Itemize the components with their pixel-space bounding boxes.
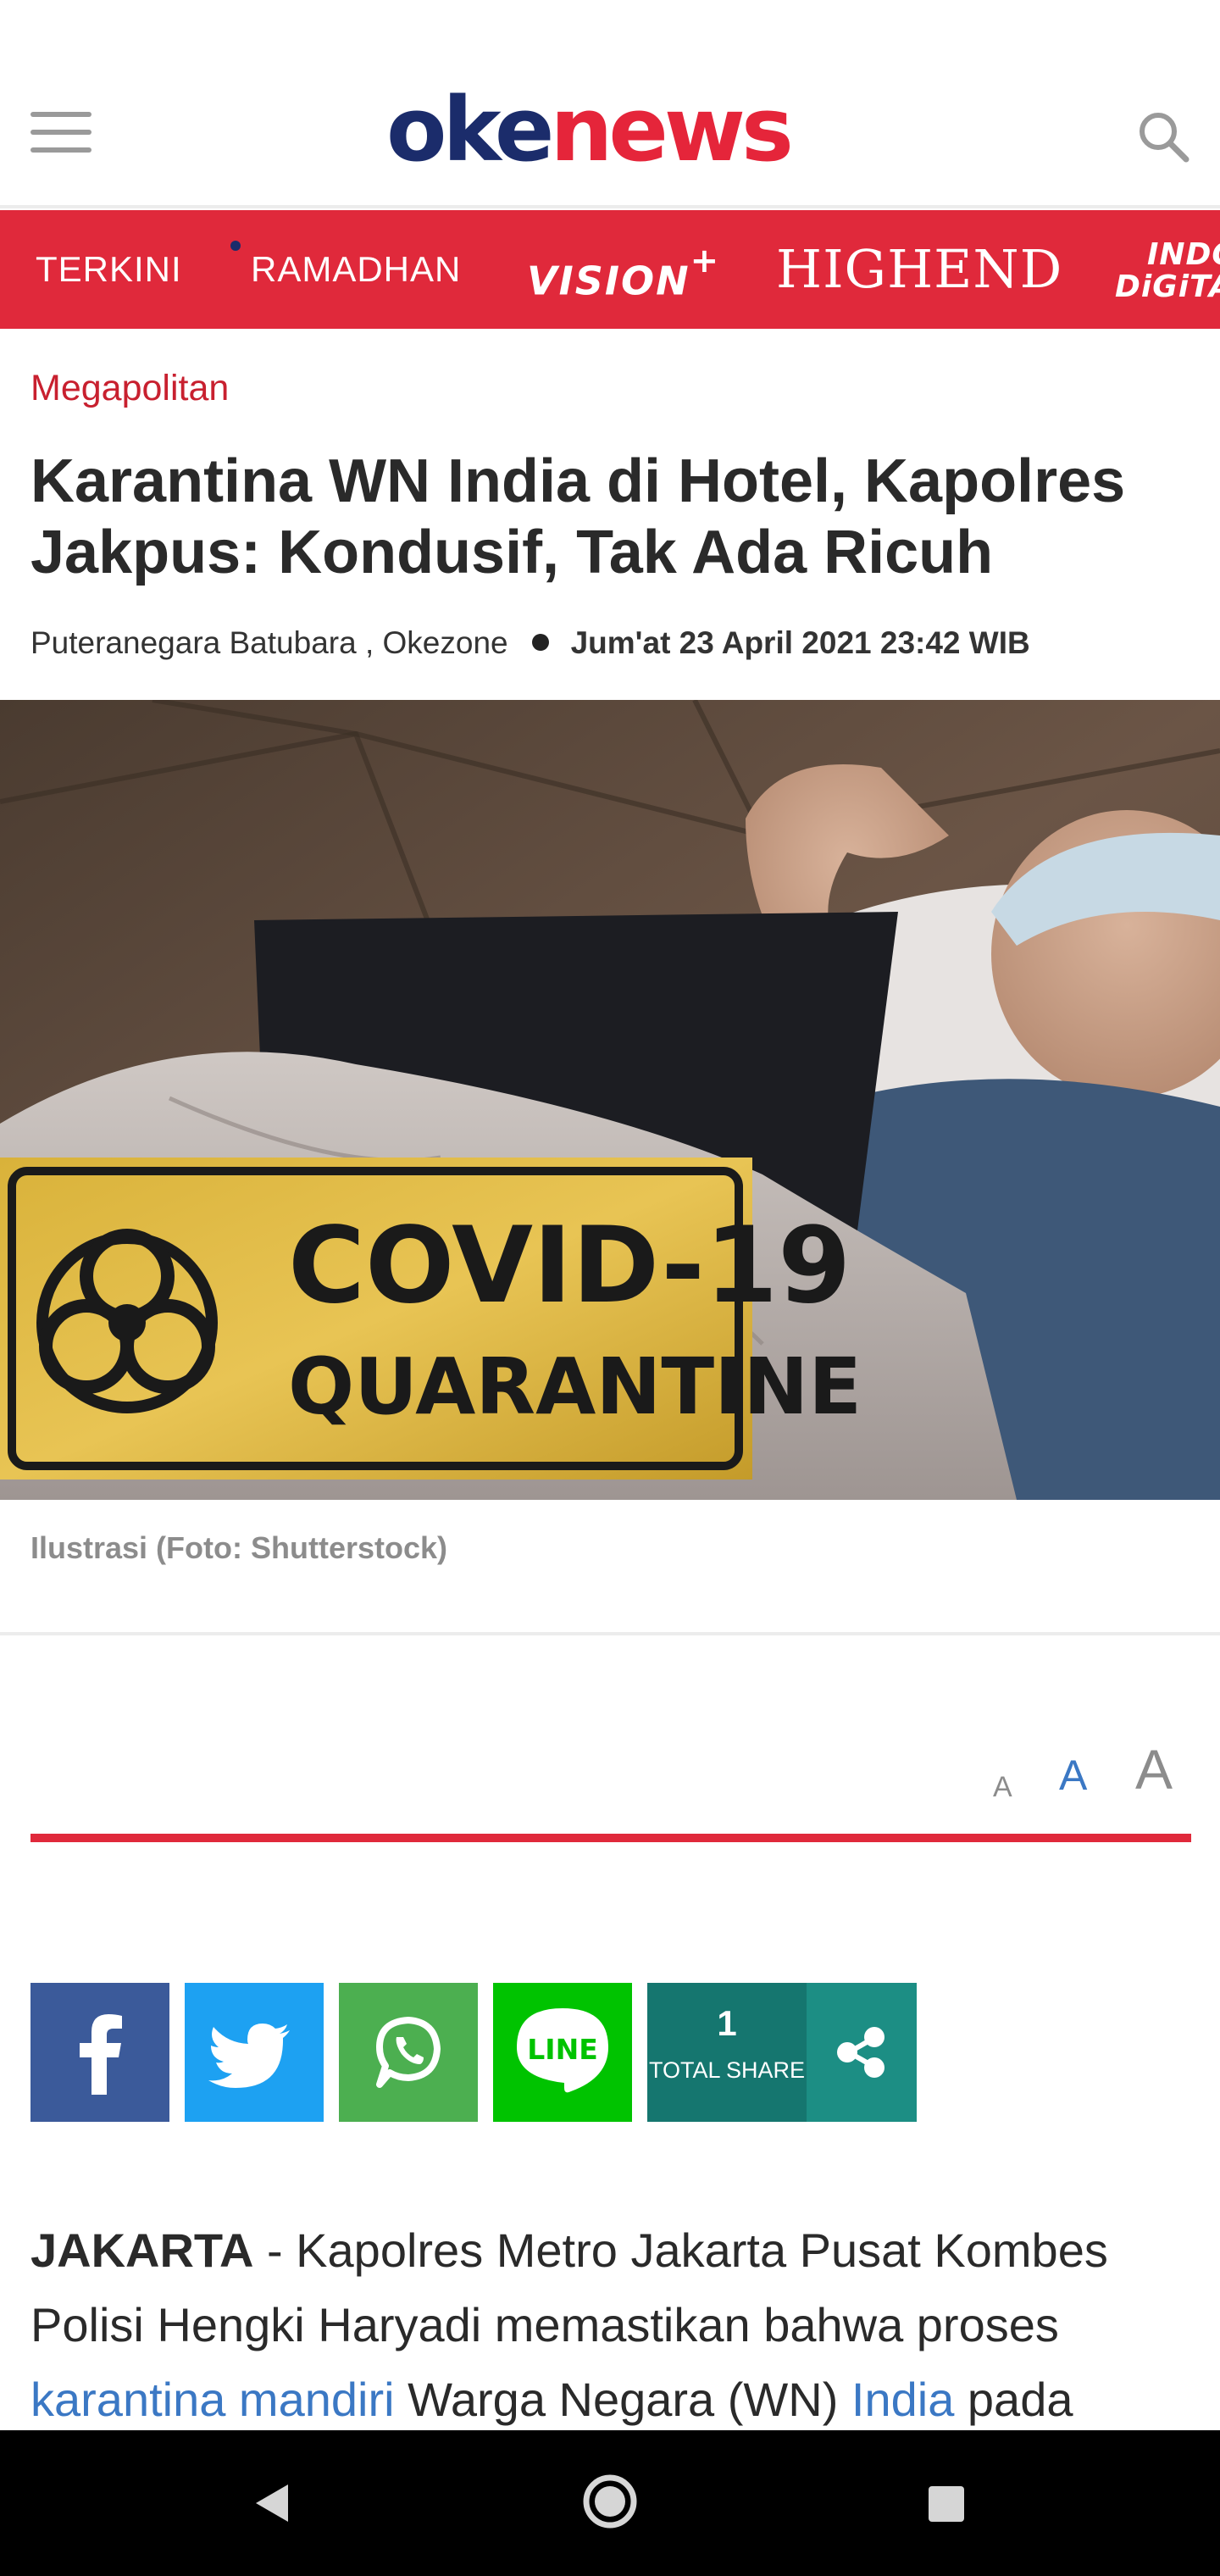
share-icon [837, 2027, 884, 2078]
whatsapp-icon [376, 2017, 441, 2088]
sign-quarantine-text: QUARANTINE [288, 1341, 862, 1432]
article-category[interactable]: Megapolitan [30, 368, 229, 409]
vision-label: VISION [527, 258, 690, 304]
facebook-icon [80, 2014, 122, 2095]
sign-covid-text: COVID-19 [288, 1205, 851, 1327]
nav-item-highend[interactable]: HIGHEND [776, 210, 1062, 329]
share-whatsapp-button[interactable] [339, 1983, 478, 2122]
total-share-count: 1 [717, 2003, 737, 2043]
logo-oke-text: oke [386, 78, 554, 181]
twitter-icon [208, 2024, 290, 2088]
indo-line2: DiGiTA [1115, 269, 1220, 304]
font-size-large-button[interactable]: A [1135, 1737, 1173, 1802]
article-hero-image: COVID-19 QUARANTINE [0, 700, 1220, 1500]
vision-plus: + [690, 242, 721, 280]
nav-item-terkini[interactable]: TERKINI [36, 210, 182, 329]
red-divider [30, 1834, 1191, 1842]
nav-item-indo-digital[interactable]: INDO DiGiTA [1115, 210, 1220, 329]
share-twitter-button[interactable] [185, 1983, 324, 2122]
back-icon[interactable] [251, 2481, 293, 2529]
article-byline: Puteranegara Batubara , Okezone Jum'at 23… [30, 625, 1030, 661]
line-icon: LINE [517, 2008, 608, 2093]
system-navigation-bar [0, 2430, 1220, 2576]
share-facebook-button[interactable] [30, 1983, 169, 2122]
indo-line1: INDO [1147, 237, 1220, 272]
recents-icon[interactable] [927, 2484, 966, 2528]
total-share-counter: 1 TOTAL SHARE [647, 1983, 807, 2122]
line-label: LINE [527, 2033, 597, 2066]
nav-item-ramadhan[interactable]: RAMADHAN [251, 210, 461, 329]
logo-news-text: news [550, 78, 794, 181]
link-karantina-mandiri[interactable]: karantina mandiri [30, 2373, 395, 2426]
font-size-medium-button[interactable]: A [1059, 1751, 1087, 1800]
body-text-part3: pada [954, 2373, 1073, 2426]
image-caption: Ilustrasi (Foto: Shutterstock) [30, 1530, 448, 1565]
okenews-logo[interactable]: okenews [386, 83, 794, 176]
dateline: JAKARTA [30, 2223, 254, 2277]
total-share-label: TOTAL SHARE [648, 2057, 806, 2083]
nav-item-vision[interactable]: VISION+ [527, 210, 720, 329]
search-icon[interactable] [1134, 107, 1193, 166]
byline-separator-dot [531, 634, 549, 651]
category-nav: TERKINI RAMADHAN VISION+ HIGHEND INDO Di… [0, 210, 1220, 329]
link-india[interactable]: India [851, 2373, 954, 2426]
font-size-small-button[interactable]: A [993, 1771, 1012, 1804]
site-header: okenews [0, 0, 1220, 208]
article-title: Karantina WN India di Hotel, Kapolres Ja… [30, 447, 1126, 586]
article-author: Puteranegara Batubara , Okezone [30, 625, 508, 660]
home-icon[interactable] [581, 2473, 639, 2534]
section-divider [0, 1632, 1220, 1635]
menu-icon[interactable] [30, 112, 92, 158]
article-date: Jum'at 23 April 2021 23:42 WIB [570, 625, 1030, 660]
share-line-button[interactable]: LINE [493, 1983, 632, 2122]
article-body: JAKARTA - Kapolres Metro Jakarta Pusat K… [30, 2213, 1200, 2437]
body-text-part2: Warga Negara (WN) [394, 2373, 851, 2426]
share-more-button[interactable] [807, 1983, 917, 2122]
nav-dot-indicator [230, 241, 241, 251]
